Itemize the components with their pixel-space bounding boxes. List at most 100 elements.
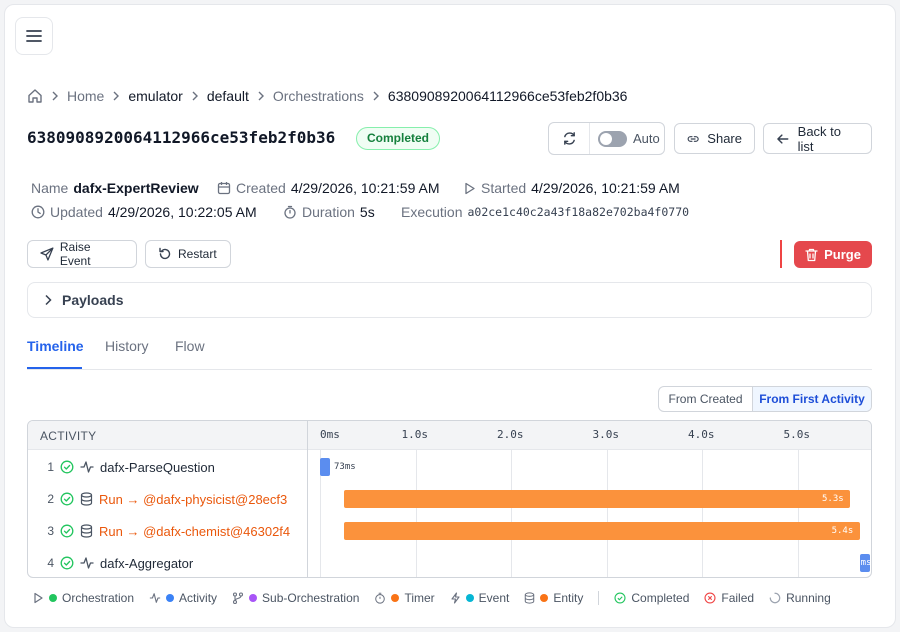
- breadcrumb-orchestrations[interactable]: Orchestrations: [273, 88, 364, 104]
- database-icon: [524, 592, 535, 604]
- bar-duration-label: 5.4s: [831, 526, 854, 536]
- back-label: Back to list: [797, 123, 842, 154]
- chevron-right-icon: [112, 91, 120, 101]
- meta-started: Started 4/29/2026, 10:21:59 AM: [463, 180, 680, 196]
- tab-history[interactable]: History: [105, 338, 149, 354]
- timeline-bar[interactable]: [343, 522, 860, 540]
- row-number: 4: [47, 556, 54, 570]
- auto-refresh-toggle[interactable]: [598, 130, 627, 147]
- row-number: 2: [47, 492, 54, 506]
- restart-label: Restart: [178, 247, 217, 261]
- danger-divider: [780, 240, 782, 268]
- chevron-right-icon: [45, 294, 52, 306]
- timeline-bar[interactable]: [320, 458, 330, 476]
- row-label: dafx-ParseQuestion: [100, 459, 215, 475]
- stopwatch-icon: [284, 205, 296, 219]
- activity-icon: [149, 592, 161, 604]
- hamburger-icon: [26, 30, 42, 42]
- refresh-group: Auto: [548, 122, 665, 155]
- arrow-left-icon: [777, 133, 789, 144]
- breadcrumb-default[interactable]: default: [207, 88, 249, 104]
- meta-execution: Execution a02ce1c40c2a43f18a82e702ba4f07…: [401, 204, 689, 220]
- legend-item: Entity: [524, 591, 583, 605]
- timeline-row[interactable]: 4 dafx-Aggregator: [28, 547, 307, 577]
- name-label: Name: [31, 180, 69, 196]
- restart-icon: [159, 247, 171, 260]
- meta-name: Name dafx-ExpertReview: [31, 180, 199, 196]
- legend-color-dot: [49, 594, 57, 602]
- from-created-option[interactable]: From Created: [659, 387, 753, 411]
- column-divider: [307, 421, 308, 577]
- chevron-right-icon: [372, 91, 380, 101]
- legend-color-dot: [249, 594, 258, 602]
- timeline-bar[interactable]: [343, 490, 851, 508]
- menu-button[interactable]: [15, 17, 53, 55]
- restart-button[interactable]: Restart: [145, 240, 231, 268]
- clock-icon: [31, 205, 45, 219]
- timeline-row[interactable]: 3 Run → @dafx-chemist@46302f4: [28, 515, 307, 547]
- check-circle-icon: [60, 524, 74, 538]
- updated-label: Updated: [50, 204, 103, 220]
- row-label: Run → @dafx-chemist@46302f4: [99, 523, 291, 539]
- active-tab-indicator: [27, 367, 82, 369]
- raise-event-button[interactable]: Raise Event: [27, 240, 137, 268]
- started-label: Started: [481, 180, 527, 196]
- legend-color-dot: [540, 594, 549, 602]
- raise-event-label: Raise Event: [59, 240, 91, 268]
- row-label: dafx-Aggregator: [100, 555, 194, 571]
- timer-icon: [374, 592, 386, 604]
- check-circle-icon: [60, 460, 74, 474]
- legend-status-item: Failed: [704, 591, 754, 605]
- from-first-activity-option[interactable]: From First Activity: [753, 387, 871, 411]
- view-mode-toggle: From Created From First Activity: [658, 386, 872, 412]
- time-tick-label: 3.0s: [592, 428, 620, 441]
- execution-label: Execution: [401, 204, 463, 220]
- duration-label: Duration: [302, 204, 355, 220]
- database-icon: [80, 524, 93, 538]
- time-tick-label: 0ms: [320, 428, 340, 441]
- legend-label: Failed: [721, 591, 755, 605]
- share-button[interactable]: Share: [674, 123, 755, 154]
- timeline-row[interactable]: 2 Run → @dafx-physicist@28ecf3: [28, 483, 307, 515]
- bar-duration-label: 73ms: [334, 462, 356, 472]
- tab-flow[interactable]: Flow: [175, 338, 205, 354]
- page-title: 6380908920064112966ce53feb2f0b36: [27, 128, 336, 147]
- row-label: Run → @dafx-physicist@28ecf3: [99, 491, 288, 507]
- time-gridline: [606, 450, 608, 577]
- breadcrumb-home[interactable]: Home: [67, 88, 104, 104]
- bar-duration-label: ms: [860, 558, 872, 568]
- legend-label: Activity: [179, 591, 218, 605]
- branch-icon: [232, 592, 244, 604]
- share-label: Share: [707, 131, 742, 146]
- tab-timeline[interactable]: Timeline: [27, 338, 84, 354]
- purge-button[interactable]: Purge: [794, 241, 872, 268]
- updated-value: 4/29/2026, 10:22:05 AM: [107, 204, 257, 220]
- tab-bar: Timeline History Flow: [27, 330, 872, 370]
- activity-icon: [80, 460, 94, 474]
- play-icon: [465, 182, 475, 194]
- payloads-panel[interactable]: Payloads: [27, 282, 872, 318]
- time-tick-label: 1.0s: [401, 428, 429, 441]
- name-value: dafx-ExpertReview: [73, 180, 199, 196]
- chevron-right-icon: [191, 91, 199, 101]
- legend-status-item: Completed: [614, 591, 689, 605]
- legend-label: Sub-Orchestration: [262, 591, 360, 605]
- payloads-label: Payloads: [62, 292, 124, 308]
- legend-label: Timer: [404, 591, 435, 605]
- refresh-icon: [563, 132, 575, 145]
- trash-icon: [805, 248, 818, 261]
- legend-label: Running: [786, 591, 831, 605]
- meta-duration: Duration 5s: [283, 204, 375, 220]
- timeline-row[interactable]: 1 dafx-ParseQuestion: [28, 451, 307, 483]
- created-label: Created: [236, 180, 286, 196]
- legend-item: Sub-Orchestration: [232, 591, 359, 605]
- home-icon[interactable]: [27, 88, 43, 104]
- back-to-list-button[interactable]: Back to list: [763, 123, 872, 154]
- execution-id: a02ce1c40c2a43f18a82e702ba4f0770: [467, 205, 690, 219]
- x-circle-icon: [704, 592, 716, 604]
- play-icon: [33, 592, 44, 604]
- refresh-button[interactable]: [549, 123, 590, 154]
- breadcrumb-emulator[interactable]: emulator: [128, 88, 182, 104]
- legend-color-dot: [166, 594, 175, 602]
- legend-separator: [598, 591, 600, 605]
